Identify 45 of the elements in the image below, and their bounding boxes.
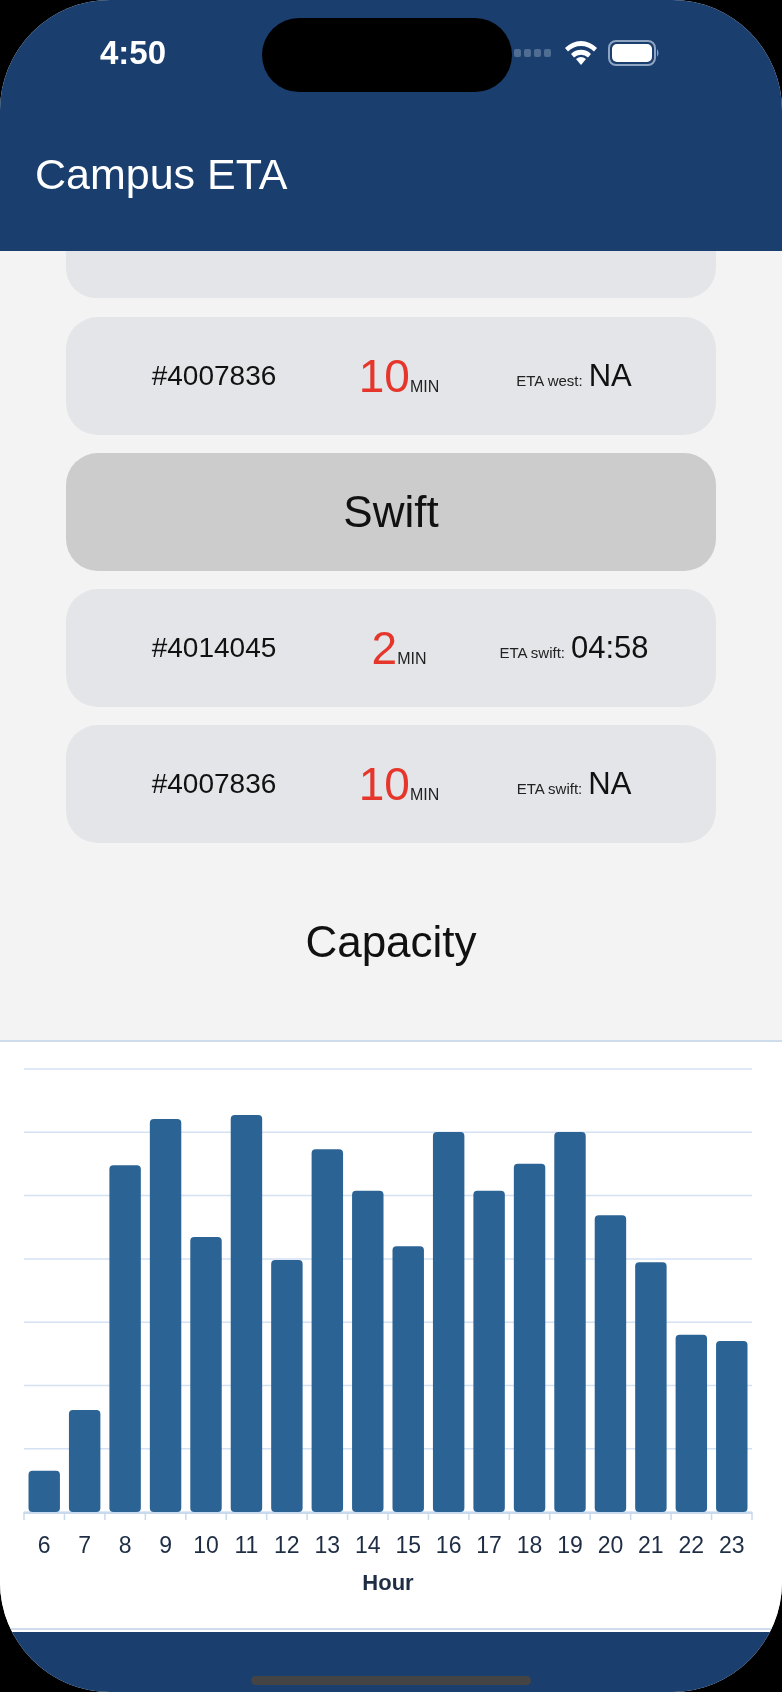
axis-label: 17 — [476, 1532, 502, 1558]
axis-label: 13 — [314, 1532, 341, 1558]
route-header[interactable]: Swift — [66, 453, 716, 571]
axis-label: 20 — [597, 1532, 624, 1558]
minutes-value: 2 — [371, 621, 398, 675]
axis-label: 8 — [118, 1532, 132, 1558]
status-time: 4:50 — [100, 34, 167, 72]
axis-label: 18 — [516, 1532, 543, 1558]
axis-label: 15 — [395, 1532, 421, 1558]
axis-label: 14 — [355, 1532, 381, 1558]
axis-label: 23 — [719, 1532, 745, 1558]
minutes-unit: MIN — [409, 786, 440, 804]
axis-label: 21 — [638, 1532, 664, 1558]
bus-number: #4007836 — [150, 360, 277, 392]
eta-label: ETA swift: — [499, 644, 565, 661]
eta-value: NA — [588, 766, 632, 802]
axis-label: 9 — [159, 1532, 172, 1558]
axis-label: 16 — [435, 1532, 462, 1558]
axis-label: 19 — [557, 1532, 583, 1558]
signal-icon — [514, 46, 554, 60]
axis-title: Hour — [362, 1570, 414, 1595]
bus-number: #4014045 — [150, 632, 277, 664]
bar — [28, 1470, 60, 1512]
bus-card[interactable]: #4007836 10MIN ETA west: NA — [66, 317, 716, 435]
bus-card[interactable]: #4007836 10MIN ETA swift: NA — [66, 725, 716, 843]
battery-icon — [608, 40, 660, 66]
eta-label: ETA swift: — [516, 780, 583, 797]
axis-label: 22 — [678, 1532, 705, 1558]
eta-value: 04:58 — [571, 630, 649, 666]
eta-value: NA — [588, 358, 632, 394]
app-title: Campus ETA — [34, 149, 289, 199]
axis-label: 7 — [78, 1532, 92, 1558]
bus-card[interactable]: #4014045 2MIN ETA swift: 04:58 — [66, 589, 716, 707]
minutes-value: 10 — [358, 349, 410, 403]
eta-label: ETA west: — [516, 372, 583, 389]
bus-number: #4007836 — [150, 768, 277, 800]
minutes-unit: MIN — [397, 650, 427, 668]
axis-label: 12 — [274, 1532, 300, 1558]
section-title: Capacity — [305, 917, 477, 967]
minutes-value: 10 — [358, 757, 410, 811]
minutes-unit: MIN — [409, 378, 440, 396]
axis-label: 11 — [234, 1532, 259, 1558]
wifi-icon — [564, 40, 598, 66]
axis-label: 6 — [37, 1532, 51, 1558]
axis-label: 10 — [193, 1532, 219, 1558]
